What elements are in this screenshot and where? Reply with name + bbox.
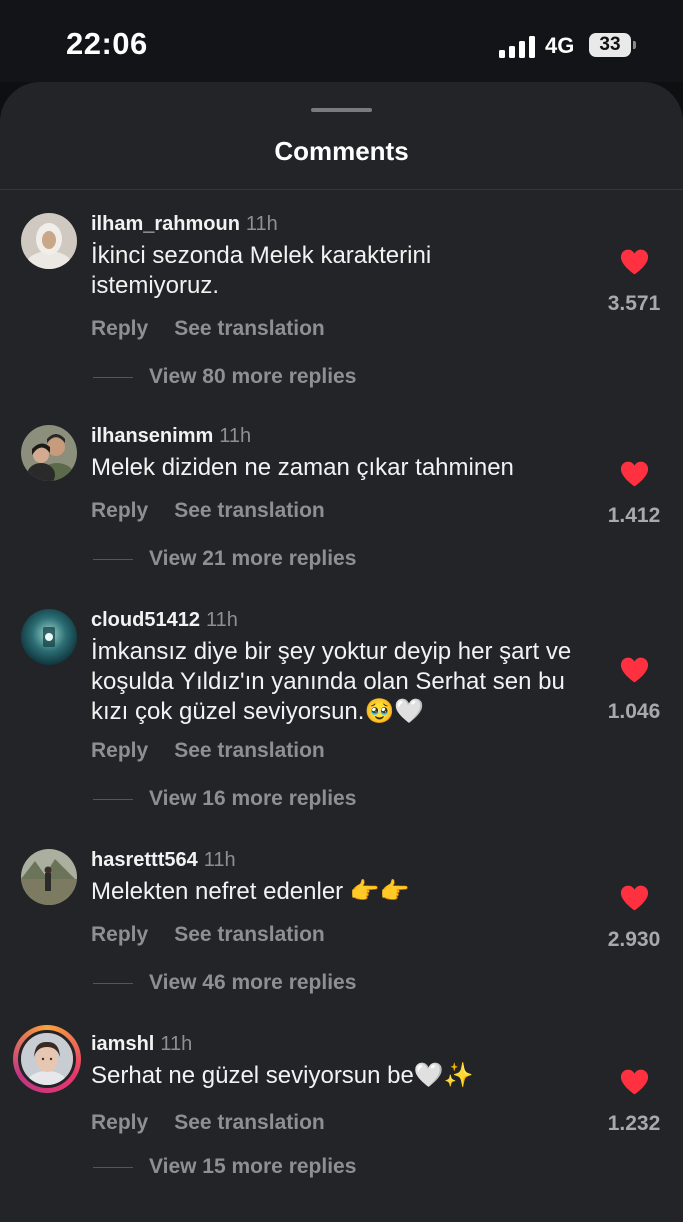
username[interactable]: ilhansenimm	[91, 425, 213, 447]
avatar[interactable]	[21, 849, 77, 905]
replies-line	[93, 558, 133, 560]
like-count: 1.046	[607, 700, 661, 723]
replies-line	[93, 1166, 133, 1168]
like-count: 1.232	[607, 1112, 661, 1135]
comment-time: 11h	[219, 425, 252, 447]
replies-line	[93, 798, 133, 800]
username[interactable]: iamshl	[91, 1033, 154, 1055]
see-translation-button[interactable]: See translation	[174, 499, 325, 522]
comment-actions: Reply See translation	[91, 923, 325, 947]
heart-icon[interactable]	[620, 1069, 649, 1095]
replies-line	[93, 982, 133, 984]
heart-icon[interactable]	[620, 885, 649, 911]
reply-button[interactable]: Reply	[91, 739, 148, 762]
view-replies-button[interactable]: View 80 more replies	[93, 365, 356, 389]
see-translation-button[interactable]: See translation	[174, 1111, 325, 1134]
comment-meta: cloud51412 11h	[91, 609, 238, 632]
view-replies-label: View 15 more replies	[149, 1155, 357, 1178]
view-replies-label: View 21 more replies	[149, 547, 357, 570]
comment-text: Melekten nefret edenler 👉👉	[91, 878, 410, 905]
cellular-signal-icon	[499, 36, 535, 58]
see-translation-button[interactable]: See translation	[174, 923, 325, 946]
see-translation-button[interactable]: See translation	[174, 317, 325, 340]
reply-button[interactable]: Reply	[91, 499, 148, 522]
comment-text: İmkansız diye bir şey yoktur deyip her ş…	[91, 638, 572, 725]
avatar[interactable]	[21, 425, 77, 481]
comment-actions: Reply See translation	[91, 499, 325, 523]
like-count: 2.930	[607, 928, 661, 951]
comment-time: 11h	[245, 213, 278, 235]
comment-meta: hasrettt564 11h	[91, 849, 236, 872]
heart-icon[interactable]	[620, 249, 649, 275]
woman-hijab-avatar-icon	[21, 213, 77, 269]
couple-avatar-icon	[21, 425, 77, 481]
selfie-avatar-icon	[21, 1033, 73, 1085]
comment-meta: iamshl 11h	[91, 1033, 192, 1056]
avatar	[18, 1030, 76, 1088]
reply-button[interactable]: Reply	[91, 1111, 148, 1134]
divider	[0, 189, 683, 190]
comment-time: 11h	[205, 609, 238, 631]
comment-text: İkinci sezonda Melek karakterini istemiy…	[91, 242, 432, 299]
status-bar: 22:06 4G 33	[0, 0, 683, 82]
heart-icon[interactable]	[620, 461, 649, 487]
like-count: 1.412	[607, 504, 661, 527]
comment-meta: ilhansenimm 11h	[91, 425, 251, 448]
view-replies-label: View 16 more replies	[149, 787, 357, 810]
username[interactable]: cloud51412	[91, 609, 200, 631]
comment-actions: Reply See translation	[91, 1111, 325, 1135]
comment-text: Serhat ne güzel seviyorsun be🤍✨	[91, 1062, 474, 1089]
outdoor-photo-avatar-icon	[21, 849, 77, 905]
drag-handle[interactable]	[311, 108, 372, 112]
see-translation-button[interactable]: See translation	[174, 739, 325, 762]
view-replies-label: View 46 more replies	[149, 971, 357, 994]
username[interactable]: hasrettt564	[91, 849, 198, 871]
view-replies-button[interactable]: View 16 more replies	[93, 787, 356, 811]
sheet-title: Comments	[274, 136, 409, 166]
comment-text: Melek diziden ne zaman çıkar tahminen	[91, 454, 514, 481]
view-replies-label: View 80 more replies	[149, 365, 357, 388]
teal-lantern-avatar-icon	[21, 609, 77, 665]
comment-actions: Reply See translation	[91, 739, 325, 763]
comments-sheet: Comments ilham_rahmoun 11h İkinci sezonda…	[0, 82, 683, 1222]
avatar[interactable]	[21, 213, 77, 269]
comment-time: 11h	[203, 849, 236, 871]
avatar[interactable]	[21, 609, 77, 665]
view-replies-button[interactable]: View 15 more replies	[93, 1155, 356, 1179]
network-type: 4G	[545, 33, 575, 58]
replies-line	[93, 376, 133, 378]
view-replies-button[interactable]: View 21 more replies	[93, 547, 356, 571]
comment-actions: Reply See translation	[91, 317, 325, 341]
battery-icon: 33	[589, 33, 631, 57]
battery-cap	[633, 41, 636, 49]
comment-time: 11h	[160, 1033, 193, 1055]
reply-button[interactable]: Reply	[91, 923, 148, 946]
heart-icon[interactable]	[620, 657, 649, 683]
reply-button[interactable]: Reply	[91, 317, 148, 340]
like-count: 3.571	[607, 292, 661, 315]
username[interactable]: ilham_rahmoun	[91, 213, 240, 235]
view-replies-button[interactable]: View 46 more replies	[93, 971, 356, 995]
comment-meta: ilham_rahmoun 11h	[91, 213, 278, 236]
status-time: 22:06	[66, 26, 148, 61]
avatar-story-ring[interactable]	[13, 1025, 81, 1093]
